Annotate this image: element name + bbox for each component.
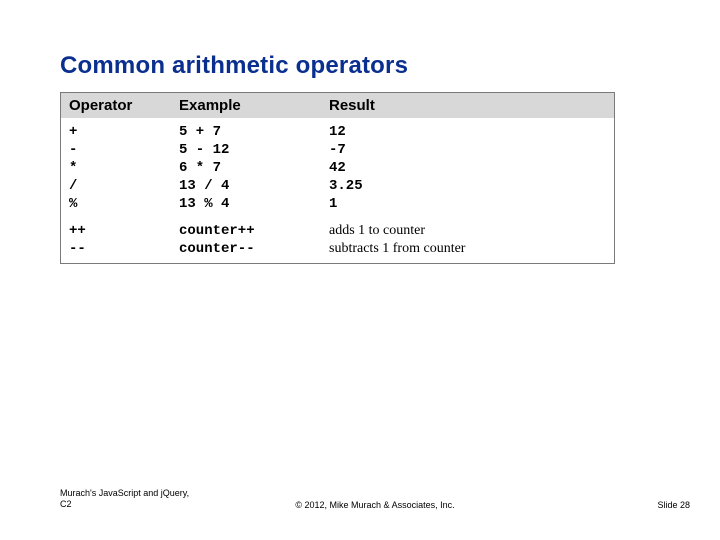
slide-title: Common arithmetic operators xyxy=(60,52,408,80)
table-row: + 5 + 7 12 xyxy=(61,118,614,141)
table-row: - 5 - 12 -7 xyxy=(61,141,614,159)
cell-result: -7 xyxy=(321,141,614,159)
cell-example: counter-- xyxy=(171,240,321,263)
cell-example: 13 / 4 xyxy=(171,177,321,195)
cell-operator: / xyxy=(61,177,171,195)
table-row: / 13 / 4 3.25 xyxy=(61,177,614,195)
cell-result: 12 xyxy=(321,118,614,141)
table-header-row: Operator Example Result xyxy=(61,93,614,118)
footer-slide-number: Slide 28 xyxy=(657,500,690,510)
cell-operator: * xyxy=(61,159,171,177)
cell-example: counter++ xyxy=(171,213,321,240)
cell-example: 13 % 4 xyxy=(171,195,321,213)
operators-table: Operator Example Result + 5 + 7 12 - 5 -… xyxy=(60,92,615,264)
col-operator: Operator xyxy=(61,93,171,118)
cell-result: 42 xyxy=(321,159,614,177)
table-row: * 6 * 7 42 xyxy=(61,159,614,177)
table-row: ++ counter++ adds 1 to counter xyxy=(61,213,614,240)
cell-result: adds 1 to counter xyxy=(321,213,614,240)
cell-example: 6 * 7 xyxy=(171,159,321,177)
col-example: Example xyxy=(171,93,321,118)
cell-example: 5 - 12 xyxy=(171,141,321,159)
cell-operator: -- xyxy=(61,240,171,263)
cell-operator: - xyxy=(61,141,171,159)
slide: Common arithmetic operators Operator Exa… xyxy=(0,0,720,540)
table-row: -- counter-- subtracts 1 from counter xyxy=(61,240,614,263)
col-result: Result xyxy=(321,93,614,118)
cell-result: subtracts 1 from counter xyxy=(321,240,614,263)
cell-operator: ++ xyxy=(61,213,171,240)
cell-operator: + xyxy=(61,118,171,141)
cell-result: 3.25 xyxy=(321,177,614,195)
cell-operator: % xyxy=(61,195,171,213)
cell-example: 5 + 7 xyxy=(171,118,321,141)
table: Operator Example Result + 5 + 7 12 - 5 -… xyxy=(61,93,614,263)
table-row: % 13 % 4 1 xyxy=(61,195,614,213)
footer-copyright: © 2012, Mike Murach & Associates, Inc. xyxy=(60,500,690,510)
footer-book-title: Murach's JavaScript and jQuery, xyxy=(60,488,189,498)
cell-result: 1 xyxy=(321,195,614,213)
